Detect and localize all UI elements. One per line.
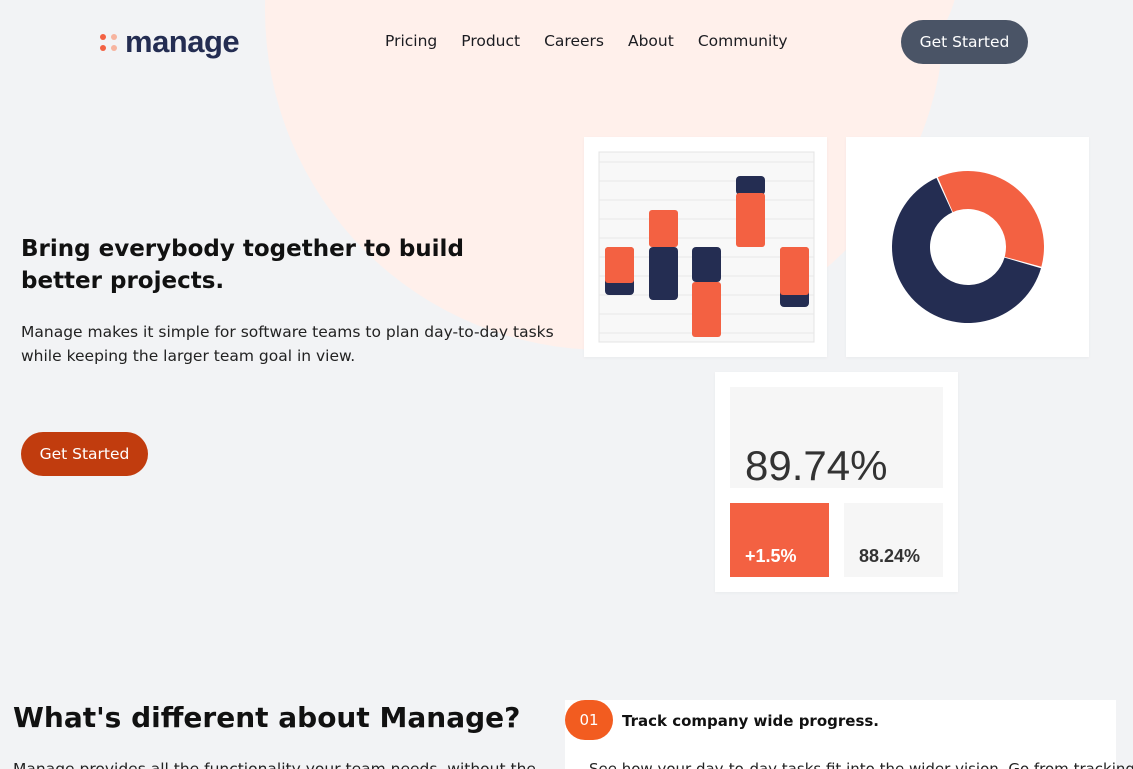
donut-slice <box>937 171 1044 267</box>
nav-link-product[interactable]: Product <box>461 32 520 50</box>
stats-card: 89.74% +1.5% 88.24% <box>715 372 958 592</box>
donut-chart-card <box>846 137 1089 357</box>
bar-dark-segment <box>692 247 721 282</box>
stat-secondary-tile: 88.24% <box>844 503 943 577</box>
stat-main-value: 89.74% <box>745 442 888 489</box>
section-text: Manage provides all the functionality yo… <box>13 760 536 769</box>
section-title: What's different about Manage? <box>13 701 521 734</box>
feature-title: Track company wide progress. <box>622 712 879 730</box>
logo-dot <box>100 44 106 51</box>
logo-dot <box>111 44 117 51</box>
donut-chart <box>892 171 1044 323</box>
bar-orange-segment <box>780 247 809 295</box>
stat-main-tile: 89.74% <box>730 387 943 489</box>
logo-dot <box>111 33 117 40</box>
nav-link-pricing[interactable]: Pricing <box>385 32 437 50</box>
logo-dot <box>100 33 106 40</box>
bar-orange-segment <box>692 282 721 337</box>
hero-get-started-button[interactable]: Get Started <box>21 432 148 476</box>
brand-logo[interactable]: manage <box>100 24 240 60</box>
bar-orange-segment <box>736 193 765 247</box>
bar-dark-segment <box>736 176 765 195</box>
hero-description: Manage makes it simple for software team… <box>21 323 554 365</box>
bar-chart <box>598 151 815 343</box>
nav-link-about[interactable]: About <box>628 32 674 50</box>
site-header: manage Pricing Product Careers About Com… <box>0 0 1133 86</box>
nav-link-careers[interactable]: Careers <box>544 32 604 50</box>
bar-orange-segment <box>649 210 678 247</box>
logo-dots-icon <box>100 33 117 51</box>
brand-name: manage <box>125 24 240 59</box>
stat-change-value: +1.5% <box>745 546 797 566</box>
bar-chart-card <box>584 137 827 357</box>
stat-secondary-value: 88.24% <box>859 546 921 566</box>
hero-title: Bring everybody together to build better… <box>21 236 464 294</box>
bar-orange-segment <box>605 247 634 283</box>
header-get-started-button[interactable]: Get Started <box>901 20 1028 64</box>
main-nav: Pricing Product Careers About Community <box>385 32 788 50</box>
stat-change-tile: +1.5% <box>730 503 829 577</box>
nav-link-community[interactable]: Community <box>698 32 788 50</box>
bar-dark-segment <box>649 247 678 300</box>
feature-number-badge: 01 <box>565 700 613 740</box>
feature-text: See how your day-to-day tasks fit into t… <box>589 760 1133 769</box>
feature-item: 01 Track company wide progress. See how … <box>565 700 1133 769</box>
